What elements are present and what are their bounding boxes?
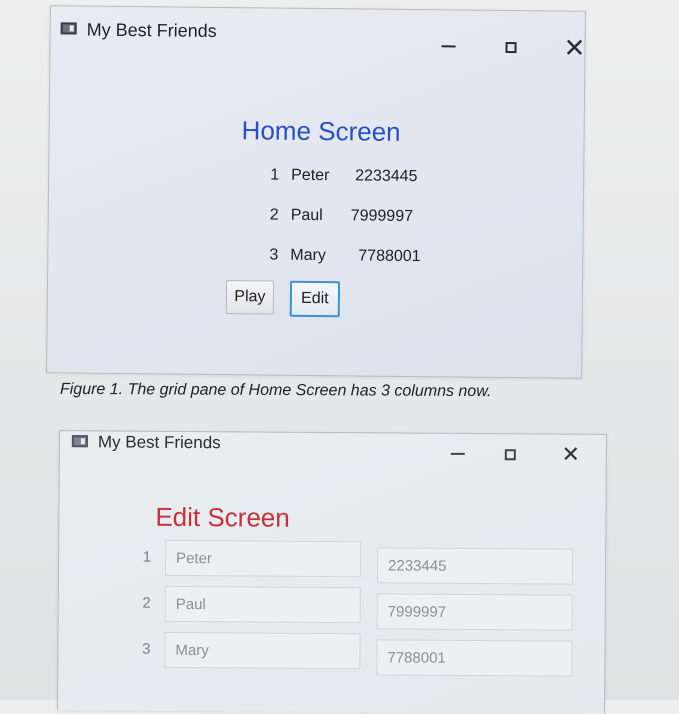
friend-phone: 7999997 [351, 207, 413, 226]
row-number: 1 [263, 166, 279, 184]
maximize-icon[interactable] [496, 440, 524, 468]
window-title: My Best Friends [98, 432, 221, 453]
window-title: My Best Friends [87, 20, 217, 42]
row-number: 1 [139, 549, 151, 566]
friend-name: Peter [291, 167, 329, 185]
phone-field[interactable]: 7788001 [376, 639, 572, 676]
minimize-icon[interactable] [434, 32, 462, 60]
name-field[interactable]: Mary [164, 632, 360, 669]
row-number: 2 [263, 206, 279, 224]
close-icon[interactable]: ✕ [560, 34, 588, 62]
minimize-icon[interactable] [444, 440, 472, 468]
play-button[interactable]: Play [226, 280, 274, 315]
close-icon[interactable]: ✕ [557, 441, 585, 469]
maximize-icon[interactable] [496, 33, 524, 61]
row-number: 2 [139, 595, 151, 612]
name-field[interactable]: Peter [165, 540, 361, 577]
home-window: My Best Friends ✕ Home Screen 1 Peter 22… [46, 5, 586, 379]
home-screen-heading: Home Screen [241, 115, 400, 148]
figure-caption: Figure 1. The grid pane of Home Screen h… [60, 381, 491, 401]
app-window-icon [61, 22, 77, 34]
edit-screen-heading: Edit Screen [155, 502, 290, 534]
phone-field[interactable]: 2233445 [377, 547, 573, 584]
friend-name: Mary [290, 247, 326, 265]
friend-name: Paul [291, 207, 323, 225]
app-window-icon [72, 435, 88, 447]
row-number: 3 [262, 246, 278, 264]
row-number: 3 [138, 641, 150, 658]
edit-button[interactable]: Edit [290, 281, 340, 318]
name-field[interactable]: Paul [165, 586, 361, 623]
friend-phone: 2233445 [355, 167, 417, 186]
edit-window: My Best Friends ✕ Edit Screen 1 Peter 22… [57, 430, 607, 714]
phone-field[interactable]: 7999997 [377, 593, 573, 630]
friend-phone: 7788001 [358, 247, 420, 266]
